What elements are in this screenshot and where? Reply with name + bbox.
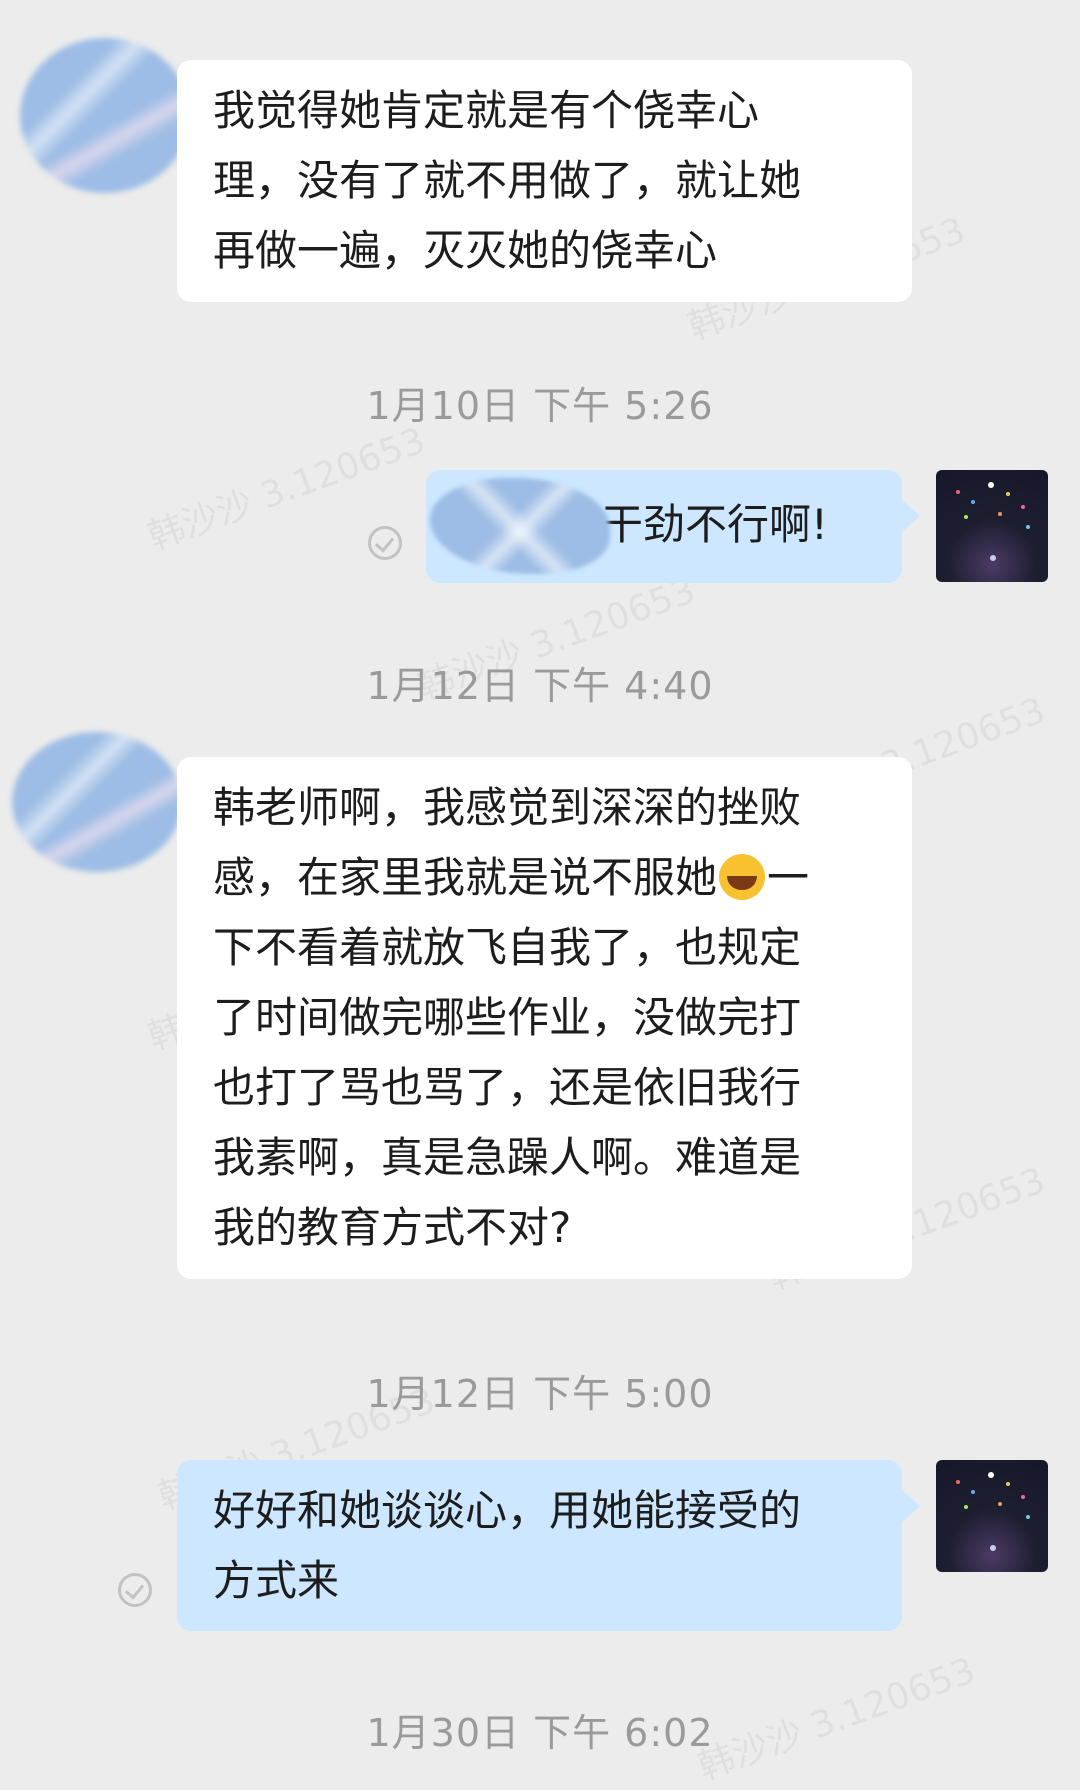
user-avatar[interactable]	[936, 1460, 1048, 1572]
outgoing-message-bubble[interactable]: 好好和她谈谈心，用她能接受的 方式来	[177, 1460, 920, 1631]
message-text-line: 方式来	[213, 1556, 340, 1605]
message-text-line: 感，在家里我就是说不服她一	[213, 853, 810, 902]
user-avatar[interactable]	[936, 470, 1048, 582]
message-text-line: 好好和她谈谈心，用她能接受的	[213, 1486, 802, 1535]
message-text-line: 再做一遍，灭灭她的侥幸心	[213, 226, 718, 275]
message-timestamp: 1月10日 下午 5:26	[366, 384, 714, 428]
contact-avatar[interactable]	[20, 38, 190, 193]
message-text-line: 我素啊，真是急躁人啊。难道是	[213, 1133, 802, 1182]
message-text-line: 韩老师啊，我感觉到深深的挫败	[213, 783, 802, 832]
contact-avatar[interactable]	[12, 732, 182, 872]
sent-check-icon	[118, 1573, 152, 1607]
message-text: 干劲不行啊!	[601, 500, 828, 549]
sent-check-icon	[368, 526, 402, 560]
message-text-line: 也打了骂也骂了，还是依旧我行	[213, 1063, 802, 1112]
message-text-line: 我的教育方式不对?	[213, 1203, 572, 1252]
message-text-line: 理，没有了就不用做了，就让她	[213, 156, 802, 205]
message-text-line: 下不看着就放飞自我了，也规定	[213, 923, 802, 972]
incoming-message-bubble[interactable]: 我觉得她肯定就是有个侥幸心 理，没有了就不用做了，就让她 再做一遍，灭灭她的侥幸…	[177, 60, 912, 302]
message-timestamp: 1月30日 下午 6:02	[366, 1711, 714, 1755]
message-timestamp: 1月12日 下午 5:00	[366, 1372, 714, 1416]
message-text-line: 我觉得她肯定就是有个侥幸心	[213, 86, 760, 135]
incoming-message-bubble[interactable]: 韩老师啊，我感觉到深深的挫败 感，在家里我就是说不服她一 下不看着就放飞自我了，…	[177, 757, 912, 1279]
message-text-line: 了时间做完哪些作业，没做完打	[213, 993, 802, 1042]
crying-face-emoji	[719, 854, 766, 900]
message-timestamp: 1月12日 下午 4:40	[366, 664, 714, 708]
